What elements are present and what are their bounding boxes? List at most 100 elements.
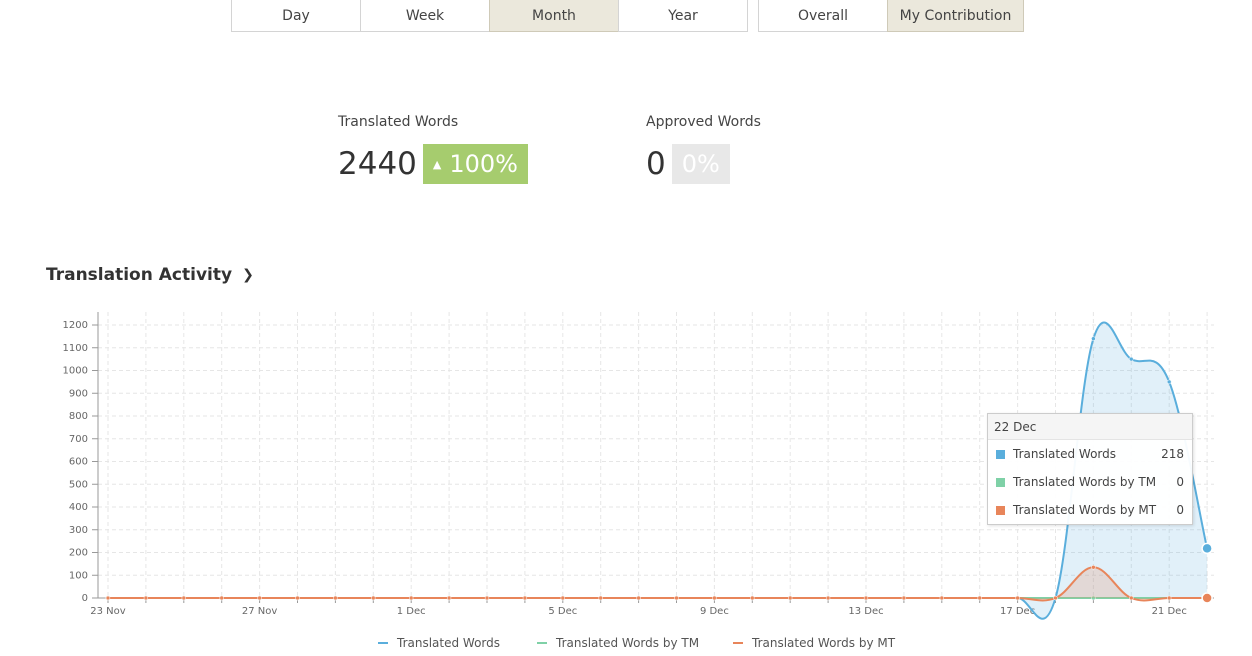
series-mt-point xyxy=(977,595,982,601)
section-title: Translation Activity xyxy=(46,265,233,285)
change-value: 0% xyxy=(681,150,720,178)
swatch-mt xyxy=(996,505,1005,515)
legend-line xyxy=(378,642,388,644)
series-translated-point xyxy=(1166,379,1172,385)
x-tick-label: 21 Dec xyxy=(1152,606,1187,617)
series-translated-point xyxy=(1129,356,1134,362)
tooltip-series-name: Translated Words xyxy=(1013,447,1117,461)
triangle-up-icon: ▲ xyxy=(432,157,442,171)
stat-translated-words: Translated Words 2440 ▲ 100% xyxy=(338,114,528,184)
tab-month[interactable]: Month xyxy=(489,0,619,32)
series-mt-point xyxy=(257,595,262,601)
x-tick-label: 27 Nov xyxy=(242,606,278,617)
tab-day[interactable]: Day xyxy=(231,0,361,32)
y-tick-label: 1200 xyxy=(63,320,88,331)
series-mt-point xyxy=(446,595,452,601)
y-tick-label: 100 xyxy=(69,570,88,581)
y-tick-label: 300 xyxy=(69,525,88,536)
section-title-dropdown[interactable]: Translation Activity ❯ xyxy=(46,265,254,285)
x-tick-label: 9 Dec xyxy=(700,606,729,617)
stat-approved-words: Approved Words 0 0% xyxy=(646,114,761,184)
tooltip-row: Translated Words by MT 0 xyxy=(988,496,1192,524)
swatch-tm xyxy=(996,477,1005,487)
scope-tabs: Overall My Contribution xyxy=(758,0,1024,32)
change-badge: ▲ 100% xyxy=(422,144,528,184)
series-mt-line xyxy=(107,566,1208,602)
series-mt-point xyxy=(750,595,755,601)
series-mt-point xyxy=(408,595,414,601)
tooltip-series-value: 218 xyxy=(1161,447,1184,461)
series-mt-point xyxy=(636,595,641,601)
chevron-down-icon: ❯ xyxy=(242,267,254,283)
period-tabs: Day Week Month Year xyxy=(231,0,748,32)
y-tick-label: 0 xyxy=(82,593,88,604)
stat-label: Translated Words xyxy=(338,114,459,130)
tooltip-date: 22 Dec xyxy=(988,414,1192,440)
legend-label: Translated Words by MT xyxy=(752,636,896,650)
series-mt-point xyxy=(1053,595,1058,601)
legend-item-tm[interactable]: Translated Words by TM xyxy=(537,636,699,650)
y-tick-label: 1100 xyxy=(63,343,88,354)
series-mt-point xyxy=(143,595,149,601)
y-tick-label: 200 xyxy=(69,548,88,559)
series-mt-point xyxy=(105,595,111,601)
x-tick-label: 5 Dec xyxy=(548,606,577,617)
tab-overall[interactable]: Overall xyxy=(758,0,888,32)
legend-item-mt[interactable]: Translated Words by MT xyxy=(733,636,895,650)
x-tick-label: 13 Dec xyxy=(848,606,883,617)
series-mt-point xyxy=(1166,595,1172,601)
series-mt-point xyxy=(825,595,831,601)
series-translated-point xyxy=(1091,336,1096,341)
series-mt-point xyxy=(901,595,907,601)
swatch-translated xyxy=(996,449,1005,459)
y-tick-label: 700 xyxy=(69,434,88,445)
legend-line xyxy=(733,642,743,644)
series-mt-area xyxy=(108,567,1208,601)
tab-week[interactable]: Week xyxy=(360,0,490,32)
y-tick-label: 900 xyxy=(69,388,88,399)
tab-year[interactable]: Year xyxy=(618,0,748,32)
x-tick-label: 23 Nov xyxy=(90,606,126,617)
tooltip-series-value: 0 xyxy=(1176,503,1184,517)
series-mt-point xyxy=(712,595,717,601)
stat-value: 0 xyxy=(646,146,666,182)
series-mt-point xyxy=(219,595,224,601)
series-mt-point xyxy=(1015,595,1020,601)
tooltip-row: Translated Words by TM 0 xyxy=(988,468,1192,496)
series-mt-point xyxy=(484,595,490,601)
hover-marker-mt xyxy=(1201,592,1213,604)
change-value: 100% xyxy=(449,150,518,178)
tooltip-series-value: 0 xyxy=(1176,475,1184,489)
legend-line xyxy=(537,642,547,644)
tooltip-row: Translated Words 218 xyxy=(988,440,1192,468)
series-mt-point xyxy=(863,595,869,601)
tooltip-series-name: Translated Words by MT xyxy=(1013,503,1157,517)
series-mt-point xyxy=(522,595,528,601)
legend-label: Translated Words xyxy=(397,636,501,650)
y-tick-label: 400 xyxy=(69,502,88,513)
tooltip-series-name: Translated Words by TM xyxy=(1013,475,1157,489)
series-mt-point xyxy=(560,595,566,601)
series-mt-point xyxy=(674,595,679,601)
stat-label: Approved Words xyxy=(646,114,761,130)
y-tick-label: 1000 xyxy=(63,366,88,377)
chart-legend: Translated Words Translated Words by TM … xyxy=(0,636,1252,652)
series-mt-point xyxy=(1129,595,1134,601)
series-mt-point xyxy=(787,595,793,601)
series-mt-point xyxy=(939,595,945,601)
series-mt-point xyxy=(333,595,338,601)
chart-tooltip: 22 Dec Translated Words 218 Translated W… xyxy=(987,413,1193,525)
series-mt-point xyxy=(181,595,187,601)
series-mt-point xyxy=(371,595,376,601)
y-tick-label: 500 xyxy=(69,479,88,490)
hover-marker-translated xyxy=(1201,542,1213,555)
series-mt-point xyxy=(1091,565,1096,570)
series-mt-point xyxy=(598,595,603,601)
x-tick-label: 1 Dec xyxy=(397,606,426,617)
stat-value: 2440 xyxy=(338,146,417,182)
series-mt-point xyxy=(295,595,300,601)
legend-label: Translated Words by TM xyxy=(556,636,700,650)
legend-item-translated[interactable]: Translated Words xyxy=(378,636,500,650)
tab-my-contribution[interactable]: My Contribution xyxy=(887,0,1024,32)
y-tick-label: 600 xyxy=(69,457,88,468)
